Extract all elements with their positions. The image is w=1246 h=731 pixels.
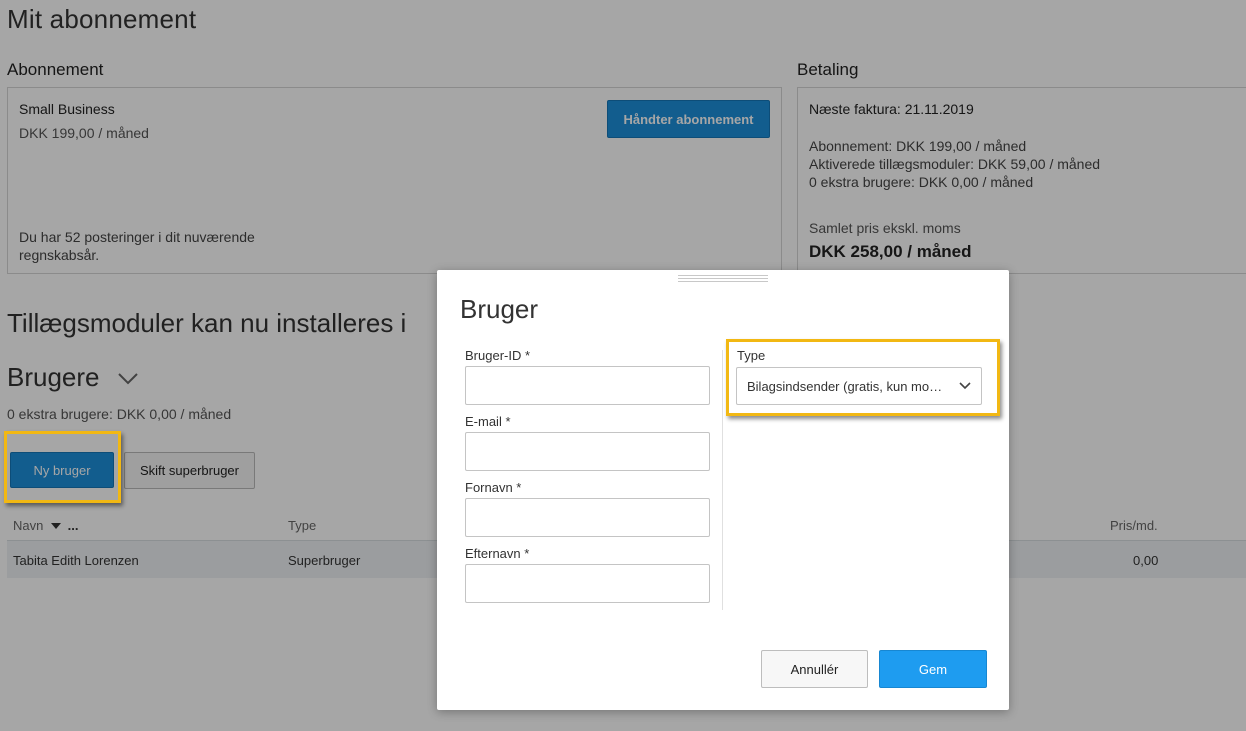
- last-name-label: Efternavn *: [465, 546, 530, 561]
- cancel-button[interactable]: Annullér: [761, 650, 868, 688]
- type-select-value: Bilagsindsender (gratis, kun mo…: [747, 379, 943, 394]
- drag-handle-icon[interactable]: [678, 273, 768, 283]
- first-name-label: Fornavn *: [465, 480, 522, 495]
- user-dialog: Bruger Bruger-ID * E-mail * Fornavn * Ef…: [437, 270, 1009, 710]
- column-divider: [722, 350, 723, 610]
- user-id-input[interactable]: [465, 366, 710, 405]
- dialog-title: Bruger: [460, 294, 539, 324]
- email-field[interactable]: [465, 432, 710, 471]
- type-select[interactable]: Bilagsindsender (gratis, kun mo…: [736, 367, 982, 405]
- email-label: E-mail *: [465, 414, 511, 429]
- last-name-input[interactable]: [465, 564, 710, 603]
- type-label: Type: [737, 348, 766, 363]
- chevron-down-icon: [959, 382, 971, 390]
- user-id-label: Bruger-ID *: [465, 348, 531, 363]
- first-name-input[interactable]: [465, 498, 710, 537]
- save-button[interactable]: Gem: [879, 650, 987, 688]
